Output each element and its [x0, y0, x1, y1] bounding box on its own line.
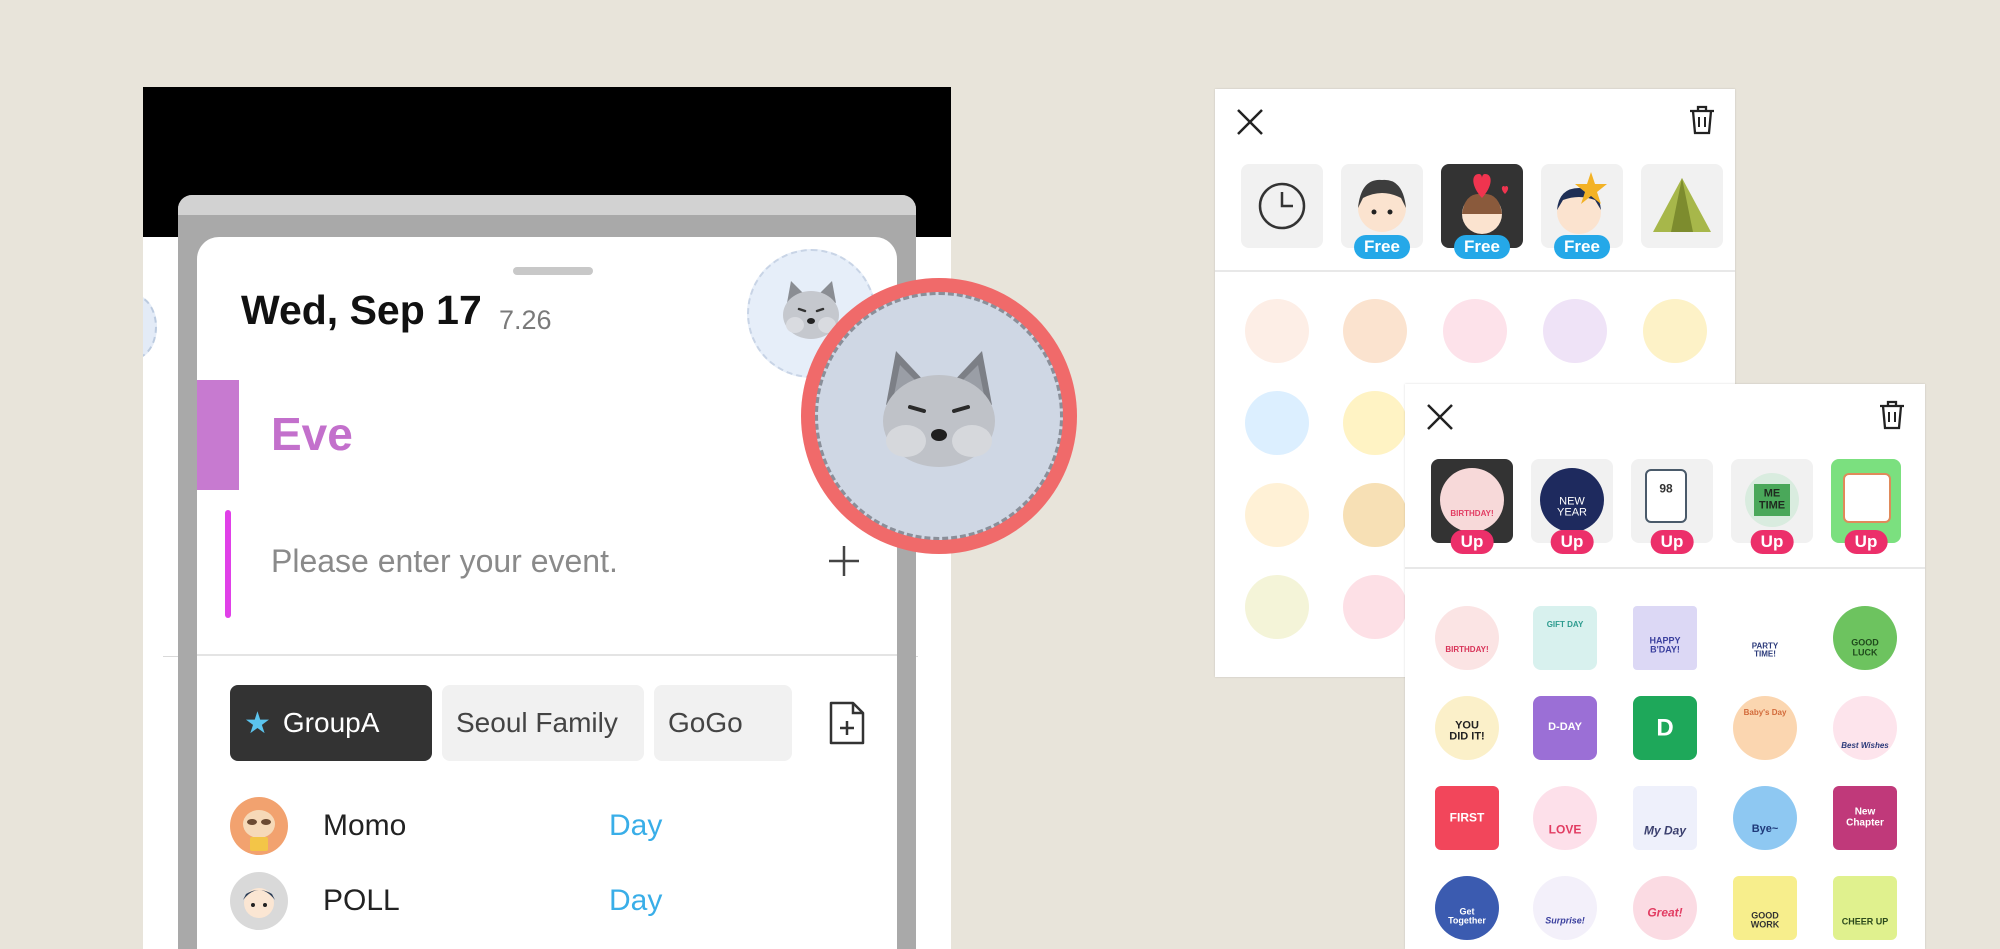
sticker-good-luck[interactable]: GOOD LUCK [1833, 606, 1897, 670]
group-tab-label: GroupA [282, 707, 380, 738]
group-tab-label: GoGo [668, 707, 743, 738]
sticker-my-day[interactable]: My Day [1633, 786, 1697, 850]
wolf-icon [883, 351, 995, 467]
add-group-button[interactable] [827, 699, 867, 747]
tab-health[interactable]: 98 Up [1631, 459, 1713, 554]
sloth-avatar-icon [243, 810, 275, 851]
sticker-best-wishes[interactable]: Best Wishes [1833, 696, 1897, 760]
sticker-sleepy-boy[interactable] [1245, 391, 1309, 455]
member-name: Momo [323, 809, 407, 842]
sticker-girl-flower[interactable] [1443, 299, 1507, 363]
close-icon [1237, 109, 1263, 135]
sticker-balloons[interactable] [1245, 483, 1309, 547]
avatar[interactable] [230, 872, 288, 930]
group-tab-groupa[interactable]: ★ GroupA [230, 685, 432, 761]
tab-sticker-pack-selected[interactable]: Free [1441, 164, 1523, 259]
sticker-moon-boy[interactable] [1343, 391, 1407, 455]
glucose-meter-icon: 98 [1645, 469, 1687, 523]
tab-sticker-pack[interactable]: Free [1541, 164, 1623, 259]
calendar-clock-icon [1843, 473, 1891, 523]
sticker-babys-day[interactable]: Baby's Day [1733, 696, 1797, 760]
event-input[interactable]: Please enter your event. [271, 543, 618, 580]
me-time-icon: ME TIME [1745, 473, 1799, 527]
sticker-first[interactable]: FIRST [1435, 786, 1499, 850]
close-icon [1427, 404, 1453, 430]
sticker-you-did-it[interactable]: YOU DID IT! [1435, 696, 1499, 760]
sticker-good-work[interactable]: GOOD WORK [1733, 876, 1797, 940]
sticker-yes-boy[interactable] [1643, 299, 1707, 363]
add-event-button[interactable] [827, 535, 861, 589]
event-color-bar [197, 380, 239, 490]
sheet-frame-top [178, 195, 916, 215]
panel-divider [1405, 567, 1925, 569]
up-badge: Up [1650, 530, 1694, 554]
tab-birthday[interactable]: BIRTHDAY! Up [1431, 459, 1513, 554]
tab-me-time[interactable]: ME TIME Up [1731, 459, 1813, 554]
sticker-girl-purple[interactable] [1543, 299, 1607, 363]
sticker-heart-girl[interactable] [1245, 299, 1309, 363]
tent-icon [1653, 178, 1711, 232]
close-button[interactable] [1425, 402, 1455, 438]
free-badge: Free [1354, 235, 1410, 259]
free-badge: Free [1454, 235, 1510, 259]
sticker-happy-bday[interactable]: HAPPY B'DAY! [1633, 606, 1697, 670]
sticker-boy[interactable] [1343, 299, 1407, 363]
plus-icon [829, 546, 859, 576]
sticker-surprise[interactable]: Surprise! [1533, 876, 1597, 940]
star-icon: ★ [244, 706, 271, 740]
delete-button[interactable] [1688, 105, 1714, 135]
free-badge: Free [1554, 235, 1610, 259]
up-badge: Up [1450, 530, 1494, 554]
sticker-cheer-up[interactable]: CHEER UP [1833, 876, 1897, 940]
member-name: POLL [323, 884, 400, 917]
clock-icon [1258, 182, 1306, 230]
group-tab-seoul-family[interactable]: Seoul Family [442, 685, 644, 761]
group-tab-label: Seoul Family [456, 707, 618, 738]
lunar-date: 7.26 [499, 305, 552, 335]
section-divider [197, 654, 897, 656]
avatar[interactable] [230, 797, 288, 855]
sticker-panel-front: BIRTHDAY! Up NEW YEAR Up 98 Up ME TIME U… [1405, 384, 1925, 949]
up-badge: Up [1550, 530, 1594, 554]
up-badge: Up [1844, 530, 1888, 554]
sticker-books[interactable] [1343, 483, 1407, 547]
close-button[interactable] [1235, 107, 1265, 143]
tab-sticker-pack[interactable]: Free [1341, 164, 1423, 259]
sticker-pig-girl[interactable] [1343, 575, 1407, 639]
sticker-d-day[interactable]: D-DAY [1533, 696, 1597, 760]
add-file-icon [829, 701, 865, 745]
sheet-grabber[interactable] [513, 267, 593, 275]
sticker-bye[interactable]: Bye~ [1733, 786, 1797, 850]
input-accent-bar [225, 510, 231, 618]
tab-new-year[interactable]: NEW YEAR Up [1531, 459, 1613, 554]
trash-icon [1880, 400, 1904, 430]
event-title[interactable]: Eve [271, 407, 353, 461]
sticker-new-chapter[interactable]: New Chapter [1833, 786, 1897, 850]
sticker-get-together[interactable]: Get Together [1435, 876, 1499, 940]
trash-icon [1690, 105, 1714, 135]
boy-avatar-icon [243, 888, 275, 918]
sticker-d[interactable]: D [1633, 696, 1697, 760]
sticker-party-time[interactable]: PARTY TIME! [1733, 606, 1797, 670]
member-status[interactable]: Day [609, 884, 662, 918]
previous-day-card[interactable] [143, 287, 163, 937]
day-detail-sheet: Wed, Sep 17 7.26 Eve Please enter your e… [197, 237, 897, 949]
new-year-icon: NEW YEAR [1540, 468, 1604, 532]
tab-recent[interactable] [1241, 164, 1323, 248]
birthday-cake-icon: BIRTHDAY! [1440, 468, 1504, 532]
tab-sticker-pack[interactable] [1641, 164, 1723, 248]
group-tab-gogo[interactable]: GoGo [654, 685, 792, 761]
sticker-gift-day[interactable]: GIFT DAY [1533, 606, 1597, 670]
sticker-birthday[interactable]: BIRTHDAY! [1435, 606, 1499, 670]
panel-divider [1215, 270, 1735, 272]
sticker-love[interactable]: LOVE [1533, 786, 1597, 850]
sticker-great[interactable]: Great! [1633, 876, 1697, 940]
tab-calendar[interactable]: Up [1831, 459, 1901, 554]
sticker-pencil[interactable] [1245, 575, 1309, 639]
member-status[interactable]: Day [609, 809, 662, 843]
up-badge: Up [1750, 530, 1794, 554]
delete-button[interactable] [1878, 400, 1904, 430]
zoomed-avatar [815, 292, 1063, 540]
day-title: Wed, Sep 17 [241, 287, 482, 333]
